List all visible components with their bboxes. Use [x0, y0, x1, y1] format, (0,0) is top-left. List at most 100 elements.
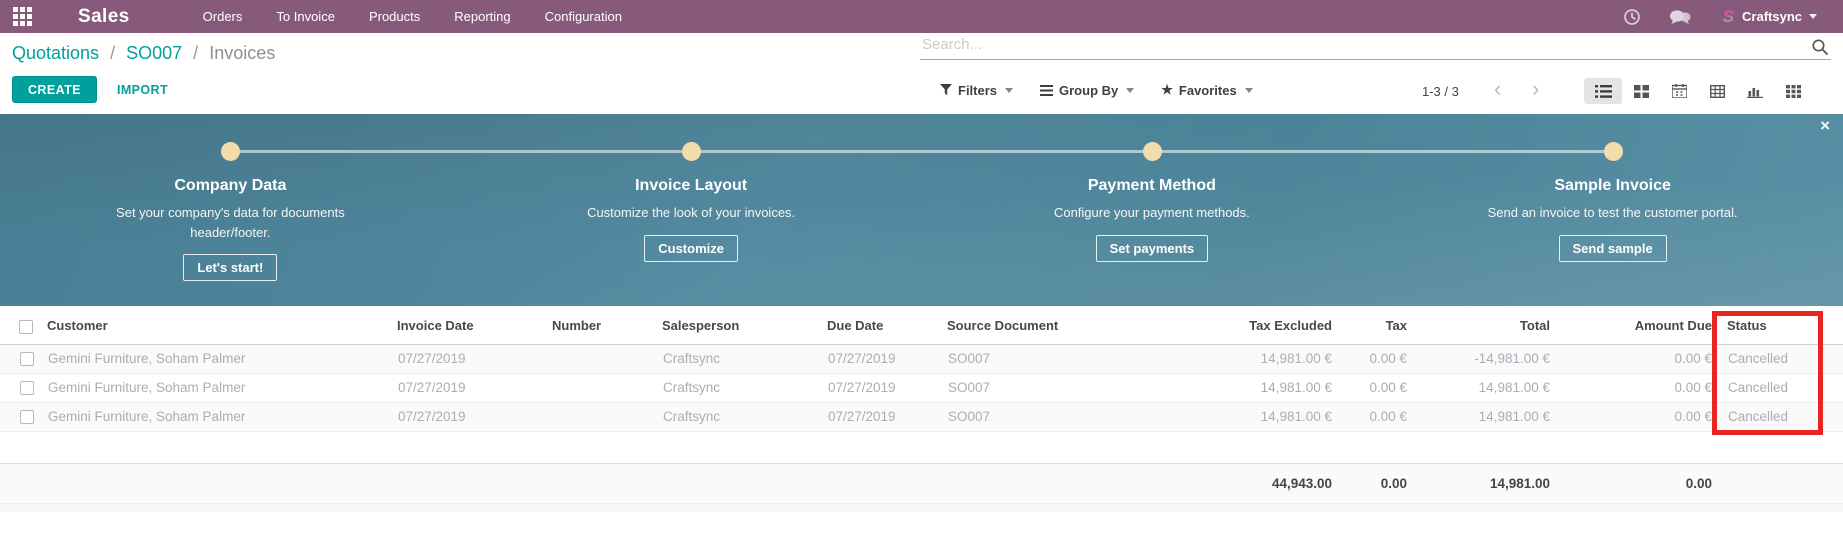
- select-all-checkbox[interactable]: [19, 320, 33, 334]
- menu-to-invoice[interactable]: To Invoice: [276, 9, 335, 24]
- list-view-button[interactable]: [1584, 78, 1622, 104]
- totals-row: 44,943.00 0.00 14,981.00 0.00: [0, 463, 1843, 504]
- cell-invoice-date: 07/27/2019: [390, 373, 545, 402]
- breadcrumb: Quotations / SO007 / Invoices: [12, 43, 275, 64]
- table-row[interactable]: Gemini Furniture, Soham Palmer 07/27/201…: [0, 402, 1843, 431]
- app-title[interactable]: Sales: [78, 6, 130, 28]
- cell-total: -14,981.00 €: [1415, 344, 1558, 373]
- lets-start-button[interactable]: Let's start!: [183, 254, 277, 281]
- chevron-down-icon: [1005, 88, 1013, 93]
- cell-source-document: SO007: [940, 402, 1115, 431]
- pivot-view-button[interactable]: [1698, 78, 1736, 104]
- search-controls: Filters Group By ★ Favorites: [940, 82, 1253, 98]
- total-tax-excluded: 44,943.00: [1115, 464, 1340, 504]
- filters-dropdown[interactable]: Filters: [940, 83, 1013, 98]
- cell-tax: 0.00 €: [1340, 344, 1415, 373]
- cell-due-date: 07/27/2019: [820, 402, 940, 431]
- col-header-amount-due[interactable]: Amount Due: [1558, 308, 1720, 344]
- col-header-source-document[interactable]: Source Document: [940, 308, 1115, 344]
- col-header-salesperson[interactable]: Salesperson: [655, 308, 820, 344]
- cell-customer: Gemini Furniture, Soham Palmer: [40, 373, 390, 402]
- step-title: Payment Method: [922, 177, 1383, 195]
- filters-label: Filters: [958, 83, 997, 98]
- breadcrumb-current: Invoices: [209, 43, 275, 63]
- row-checkbox[interactable]: [20, 352, 34, 366]
- col-header-status[interactable]: Status: [1720, 308, 1843, 344]
- customize-button[interactable]: Customize: [644, 235, 738, 262]
- col-header-total[interactable]: Total: [1415, 308, 1558, 344]
- import-button[interactable]: IMPORT: [113, 76, 172, 103]
- footer-strip: [0, 504, 1843, 512]
- menu-products[interactable]: Products: [369, 9, 420, 24]
- cell-salesperson: Craftsync: [655, 402, 820, 431]
- onboarding-step-invoice-layout: Invoice Layout Customize the look of you…: [461, 114, 922, 306]
- messages-chat-icon[interactable]: [1669, 8, 1691, 26]
- search-icon[interactable]: [1811, 38, 1829, 56]
- cell-tax-excluded: 14,981.00 €: [1115, 344, 1340, 373]
- topbar-right: S Craftsync: [1621, 8, 1817, 26]
- step-dot-icon: [221, 142, 240, 161]
- table-header-row: Customer Invoice Date Number Salesperson…: [0, 308, 1843, 344]
- cell-invoice-date: 07/27/2019: [390, 344, 545, 373]
- activities-clock-icon[interactable]: [1621, 8, 1643, 26]
- set-payments-button[interactable]: Set payments: [1096, 235, 1209, 262]
- step-dot-icon: [1143, 142, 1162, 161]
- cell-due-date: 07/27/2019: [820, 344, 940, 373]
- step-description: Customize the look of your invoices.: [562, 203, 820, 223]
- table-row[interactable]: Gemini Furniture, Soham Palmer 07/27/201…: [0, 373, 1843, 402]
- breadcrumb-so007[interactable]: SO007: [126, 43, 182, 63]
- create-button[interactable]: CREATE: [12, 76, 97, 103]
- user-name: Craftsync: [1742, 9, 1802, 24]
- breadcrumb-separator: /: [110, 43, 115, 63]
- star-icon: ★: [1161, 82, 1173, 98]
- group-by-icon: [1040, 85, 1053, 96]
- favorites-dropdown[interactable]: ★ Favorites: [1161, 82, 1252, 98]
- kanban-view-button[interactable]: [1622, 78, 1660, 104]
- col-header-due-date[interactable]: Due Date: [820, 308, 940, 344]
- menu-orders[interactable]: Orders: [203, 9, 243, 24]
- chevron-down-icon: [1245, 88, 1253, 93]
- onboarding-step-company-data: Company Data Set your company's data for…: [0, 114, 461, 306]
- pager-previous-icon[interactable]: ‹: [1494, 76, 1501, 102]
- col-header-tax-excluded[interactable]: Tax Excluded: [1115, 308, 1340, 344]
- main-menu: Orders To Invoice Products Reporting Con…: [203, 9, 622, 24]
- user-menu[interactable]: S Craftsync: [1723, 8, 1817, 25]
- breadcrumb-quotations[interactable]: Quotations: [12, 43, 99, 63]
- onboarding-step-payment-method: Payment Method Configure your payment me…: [922, 114, 1383, 306]
- table-row[interactable]: Gemini Furniture, Soham Palmer 07/27/201…: [0, 344, 1843, 373]
- top-navbar: Sales Orders To Invoice Products Reporti…: [0, 0, 1843, 33]
- cell-amount-due: 0.00 €: [1558, 402, 1720, 431]
- graph-view-button[interactable]: [1736, 78, 1774, 104]
- cell-tax-excluded: 14,981.00 €: [1115, 373, 1340, 402]
- apps-grid-icon[interactable]: [13, 7, 32, 26]
- cell-status: Cancelled: [1720, 402, 1843, 431]
- cell-tax-excluded: 14,981.00 €: [1115, 402, 1340, 431]
- funnel-icon: [940, 84, 952, 96]
- col-header-customer[interactable]: Customer: [40, 308, 390, 344]
- cell-salesperson: Craftsync: [655, 344, 820, 373]
- col-header-tax[interactable]: Tax: [1340, 308, 1415, 344]
- step-title: Sample Invoice: [1382, 177, 1843, 195]
- cell-number: [545, 373, 655, 402]
- cell-source-document: SO007: [940, 344, 1115, 373]
- activity-view-button[interactable]: [1774, 78, 1812, 104]
- total-tax: 0.00: [1340, 464, 1415, 504]
- pager-next-icon[interactable]: ›: [1532, 76, 1539, 102]
- step-description: Configure your payment methods.: [1023, 203, 1281, 223]
- group-by-dropdown[interactable]: Group By: [1040, 83, 1134, 98]
- menu-reporting[interactable]: Reporting: [454, 9, 510, 24]
- company-logo-icon: S: [1723, 8, 1734, 25]
- row-checkbox[interactable]: [20, 410, 34, 424]
- row-checkbox[interactable]: [20, 381, 34, 395]
- cell-tax: 0.00 €: [1340, 402, 1415, 431]
- search-input[interactable]: [920, 36, 1780, 53]
- calendar-view-button[interactable]: [1660, 78, 1698, 104]
- onboarding-step-sample-invoice: Sample Invoice Send an invoice to test t…: [1382, 114, 1843, 306]
- col-header-number[interactable]: Number: [545, 308, 655, 344]
- cell-amount-due: 0.00 €: [1558, 373, 1720, 402]
- menu-configuration[interactable]: Configuration: [545, 9, 622, 24]
- cell-tax: 0.00 €: [1340, 373, 1415, 402]
- send-sample-button[interactable]: Send sample: [1559, 235, 1667, 262]
- cell-number: [545, 344, 655, 373]
- col-header-invoice-date[interactable]: Invoice Date: [390, 308, 545, 344]
